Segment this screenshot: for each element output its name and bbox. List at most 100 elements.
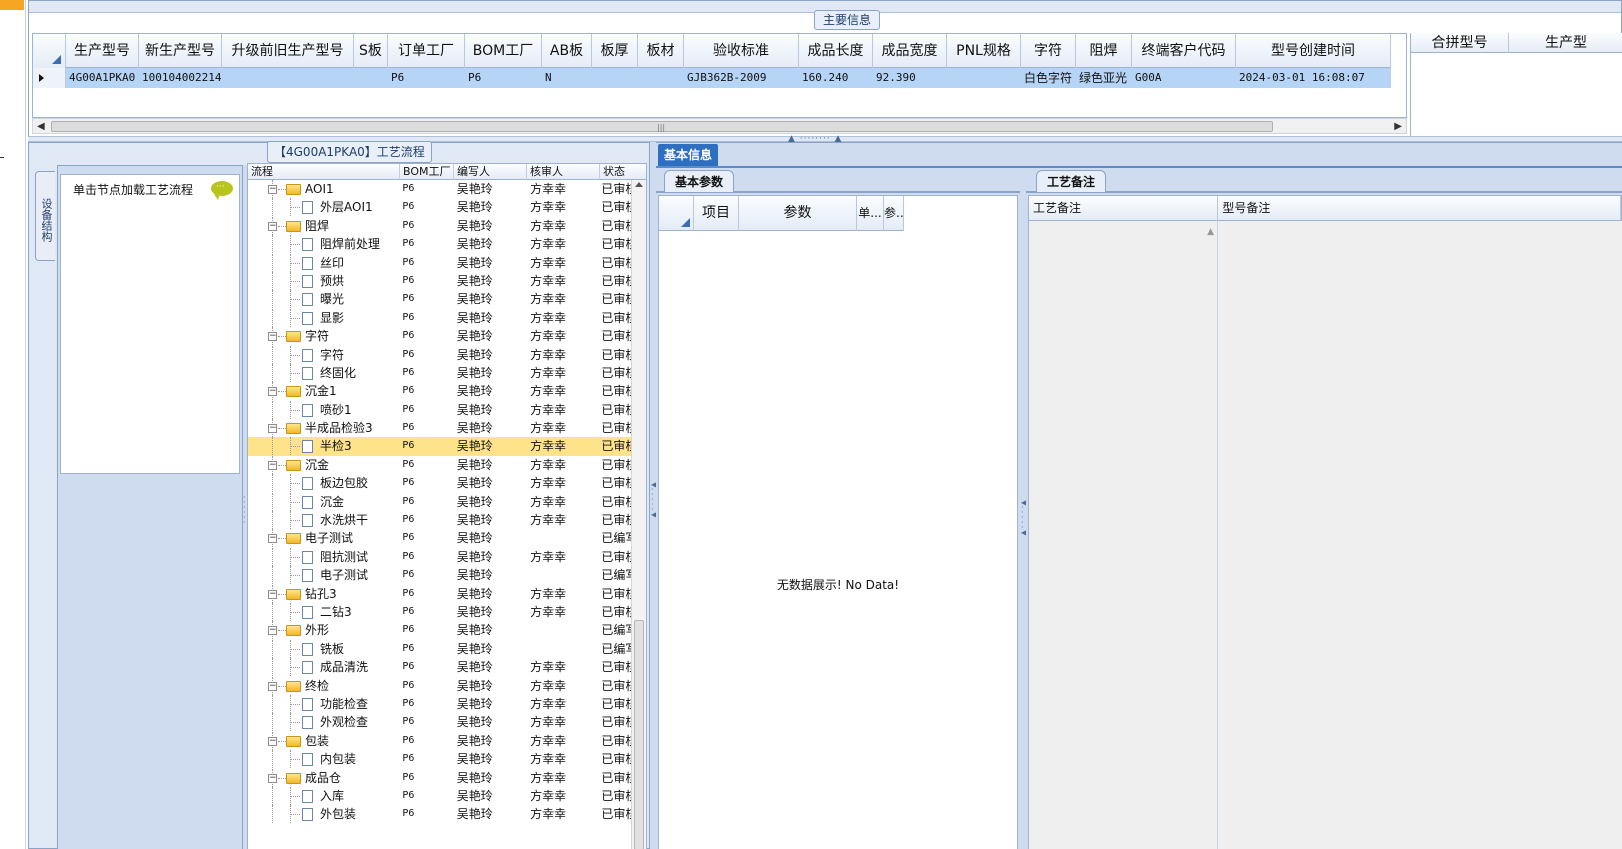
tree-row[interactable]: 二钻3 P6 吴艳玲 方幸幸 已审核: [248, 602, 632, 621]
tree-node[interactable]: 板边包胶: [248, 474, 398, 493]
tree-row[interactable]: − 外形 P6 吴艳玲 已编写: [248, 621, 632, 640]
collapse-icon[interactable]: −: [268, 221, 277, 231]
row-indicator-corner[interactable]: [659, 196, 694, 231]
cell-old-model[interactable]: [222, 68, 354, 88]
col-header-length[interactable]: 成品长度: [799, 34, 873, 68]
hscroll-thumb[interactable]: |||: [51, 121, 1273, 132]
tree-node[interactable]: 外层AOI1: [248, 198, 398, 217]
cell-legend[interactable]: 白色字符: [1021, 68, 1076, 88]
process-tree-vscrollbar[interactable]: [631, 180, 646, 849]
col-header-bom-factory[interactable]: BOM工厂: [465, 34, 542, 68]
collapse-icon[interactable]: −: [268, 736, 277, 746]
merge-col-header-0[interactable]: 合拼型号: [1411, 33, 1509, 53]
tree-node[interactable]: 终固化: [248, 363, 398, 382]
tree-col-header-4[interactable]: 状态: [600, 164, 646, 180]
collapse-icon[interactable]: −: [268, 681, 277, 691]
col-header-pnl-spec[interactable]: PNL规格: [947, 34, 1021, 68]
tree-node[interactable]: 显影: [248, 308, 398, 327]
merge-col-header-1[interactable]: 生产型: [1509, 33, 1622, 53]
col-header-width[interactable]: 成品宽度: [873, 34, 947, 68]
tree-node[interactable]: 铣板: [248, 639, 398, 658]
collapse-icon[interactable]: −: [268, 387, 277, 397]
tree-node[interactable]: 外包装: [248, 805, 398, 824]
tree-node[interactable]: 丝印: [248, 253, 398, 272]
collapse-icon[interactable]: −: [268, 534, 277, 544]
param-col-header-2[interactable]: 单...: [857, 196, 884, 231]
cell-s-board[interactable]: [354, 68, 388, 88]
tree-row[interactable]: 外观检查 P6 吴艳玲 方幸幸 已审核: [248, 713, 632, 732]
tree-node[interactable]: − 成品仓: [248, 768, 398, 787]
cell-created-time[interactable]: 2024-03-01 16:08:07: [1236, 68, 1391, 88]
col-header-thickness[interactable]: 板厚: [592, 34, 638, 68]
tree-node[interactable]: − 终检: [248, 676, 398, 695]
tree-row[interactable]: − 阻焊 P6 吴艳玲 方幸幸 已审核: [248, 216, 632, 235]
tree-node[interactable]: 内包装: [248, 750, 398, 769]
tree-row[interactable]: 板边包胶 P6 吴艳玲 方幸幸 已审核: [248, 474, 632, 493]
tree-row[interactable]: 曝光 P6 吴艳玲 方幸幸 已审核: [248, 290, 632, 309]
tree-col-header-3[interactable]: 核审人: [527, 164, 600, 180]
tree-node[interactable]: − 钻孔3: [248, 584, 398, 603]
tree-row[interactable]: 阻抗测试 P6 吴艳玲 方幸幸 已审核: [248, 547, 632, 566]
tree-row[interactable]: 沉金 P6 吴艳玲 方幸幸 已审核: [248, 492, 632, 511]
tree-row[interactable]: 预烘 P6 吴艳玲 方幸幸 已审核: [248, 271, 632, 290]
collapse-icon[interactable]: −: [268, 424, 277, 434]
tree-node[interactable]: 曝光: [248, 290, 398, 309]
tree-node[interactable]: 阻焊前处理: [248, 235, 398, 254]
param-col-header-3[interactable]: 参...: [884, 196, 904, 231]
cell-pnl-spec[interactable]: [947, 68, 1021, 88]
tree-node[interactable]: 成品清洗: [248, 658, 398, 677]
tree-col-header-1[interactable]: BOM工厂: [400, 164, 454, 180]
process-remark-field[interactable]: ▲: [1029, 221, 1218, 849]
col-header-model[interactable]: 生产型号: [66, 34, 139, 68]
cell-thickness[interactable]: [592, 68, 638, 88]
tree-node[interactable]: − 沉金1: [248, 382, 398, 401]
model-remark-field[interactable]: [1219, 221, 1622, 849]
tree-node[interactable]: 电子测试: [248, 566, 398, 585]
tree-node[interactable]: − 阻焊: [248, 216, 398, 235]
tree-node[interactable]: 二钻3: [248, 602, 398, 621]
col-header-ab-board[interactable]: AB板: [542, 34, 592, 68]
tree-node[interactable]: − 沉金: [248, 455, 398, 474]
remark-col-header-1[interactable]: 型号备注: [1218, 196, 1621, 221]
orange-tab[interactable]: [0, 0, 24, 10]
tree-row[interactable]: − 钻孔3 P6 吴艳玲 方幸幸 已审核: [248, 584, 632, 603]
tab-basic-params[interactable]: 基本参数: [664, 170, 735, 192]
cell-material[interactable]: [638, 68, 684, 88]
col-header-order-factory[interactable]: 订单工厂: [388, 34, 465, 68]
cell-model[interactable]: 4G00A1PKA0: [66, 68, 139, 88]
tree-node[interactable]: − 外形: [248, 621, 398, 640]
tree-node[interactable]: 水洗烘干: [248, 511, 398, 530]
collapse-icon[interactable]: −: [268, 773, 277, 783]
tree-row[interactable]: 功能检查 P6 吴艳玲 方幸幸 已审核: [248, 694, 632, 713]
scroll-up-icon[interactable]: [635, 182, 643, 187]
structure-tree[interactable]: 单击节点加载工艺流程 ···: [60, 174, 240, 474]
tree-row[interactable]: − 包装 P6 吴艳玲 方幸幸 已审核: [248, 731, 632, 750]
tree-node[interactable]: 功能检查: [248, 694, 398, 713]
col-header-material[interactable]: 板材: [638, 34, 684, 68]
tree-row[interactable]: 显影 P6 吴艳玲 方幸幸 已审核: [248, 308, 632, 327]
tree-row[interactable]: − 终检 P6 吴艳玲 方幸幸 已审核: [248, 676, 632, 695]
tree-row[interactable]: − 沉金 P6 吴艳玲 方幸幸 已审核: [248, 455, 632, 474]
scroll-left-icon[interactable]: ◀: [37, 121, 45, 132]
side-tab-equipment-structure[interactable]: 设备结构: [35, 171, 55, 261]
vscroll-thumb[interactable]: [634, 620, 644, 849]
tree-row[interactable]: 铣板 P6 吴艳玲 已编写: [248, 639, 632, 658]
tree-row[interactable]: 入库 P6 吴艳玲 方幸幸 已审核: [248, 786, 632, 805]
tree-row[interactable]: − 沉金1 P6 吴艳玲 方幸幸 已审核: [248, 382, 632, 401]
tree-row[interactable]: − 半成品检验3 P6 吴艳玲 方幸幸 已审核: [248, 419, 632, 438]
tree-row[interactable]: − 字符 P6 吴艳玲 方幸幸 已审核: [248, 327, 632, 346]
tree-node[interactable]: 喷砂1: [248, 400, 398, 419]
collapse-icon[interactable]: −: [268, 185, 277, 194]
tree-row[interactable]: 水洗烘干 P6 吴艳玲 方幸幸 已审核: [248, 511, 632, 530]
scroll-up-icon[interactable]: ▲: [1207, 227, 1214, 237]
cell-ab-board[interactable]: N: [542, 68, 592, 88]
cell-customer-code[interactable]: G00A: [1132, 68, 1236, 88]
tree-node[interactable]: 半检3: [248, 437, 398, 456]
tree-row[interactable]: 丝印 P6 吴艳玲 方幸幸 已审核: [248, 253, 632, 272]
scroll-right-icon[interactable]: ▶: [1394, 121, 1402, 132]
cell-solder-mask[interactable]: 绿色亚光: [1076, 68, 1132, 88]
col-header-s-board[interactable]: S板: [354, 34, 388, 68]
col-header-acceptance-standard[interactable]: 验收标准: [684, 34, 799, 68]
tree-node[interactable]: 外观检查: [248, 713, 398, 732]
collapse-icon[interactable]: −: [268, 332, 277, 342]
